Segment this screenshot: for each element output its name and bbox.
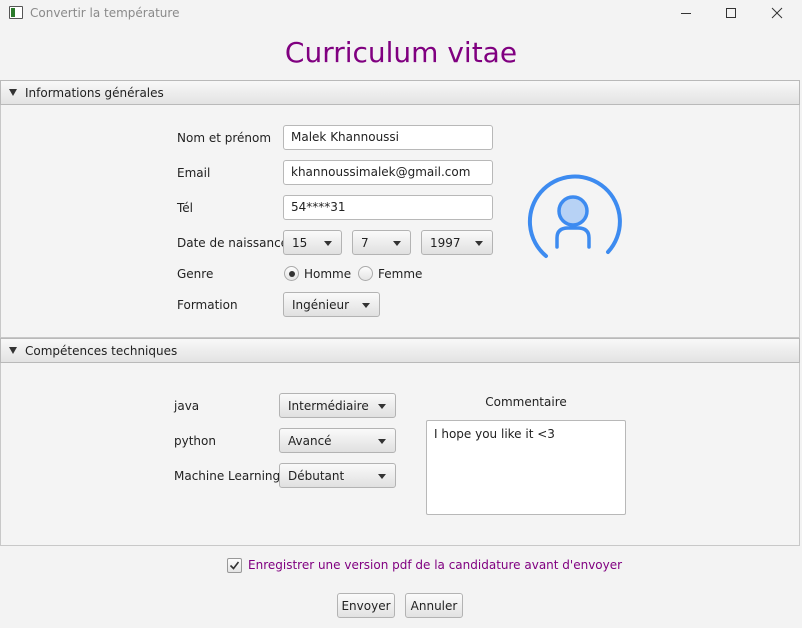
chevron-down-icon (378, 404, 386, 409)
birth-year-select[interactable]: 1997 (421, 230, 493, 255)
pdf-checkbox[interactable] (227, 558, 242, 573)
user-avatar-icon (527, 174, 622, 258)
birth-date-label: Date de naissance (177, 236, 289, 250)
chevron-down-icon (362, 303, 370, 308)
collapse-arrow-icon (9, 89, 17, 96)
skill-ml-select[interactable]: Débutant (279, 463, 396, 488)
name-field[interactable]: Malek Khannoussi (283, 125, 493, 150)
skills-pane-body (0, 363, 800, 546)
tel-field[interactable]: 54****31 (283, 195, 493, 220)
birth-month-select[interactable]: 7 (352, 230, 411, 255)
app-window-icon (9, 6, 23, 19)
email-field[interactable]: khannoussimalek@gmail.com (283, 160, 493, 185)
skill-java-level: Intermédiaire (288, 399, 369, 413)
tel-label: Tél (177, 201, 194, 215)
gender-female-label[interactable]: Femme (378, 267, 422, 281)
birth-day-select[interactable]: 15 (283, 230, 342, 255)
skill-java-select[interactable]: Intermédiaire (279, 393, 396, 418)
gender-male-label[interactable]: Homme (304, 267, 351, 281)
minimize-button[interactable] (663, 0, 709, 26)
pdf-checkbox-label[interactable]: Enregistrer une version pdf de la candid… (248, 558, 622, 572)
comment-textarea[interactable]: I hope you like it <3 (426, 420, 626, 515)
comment-label: Commentaire (485, 395, 567, 409)
checkmark-icon (229, 561, 240, 570)
skills-pane-header[interactable]: Compétences techniques (0, 338, 800, 363)
chevron-down-icon (378, 474, 386, 479)
formation-label: Formation (177, 298, 238, 312)
formation-select[interactable]: Ingénieur (283, 292, 380, 317)
gender-male-radio[interactable] (284, 266, 299, 281)
maximize-button[interactable] (708, 0, 754, 26)
cancel-button[interactable]: Annuler (405, 593, 463, 618)
skill-python-level: Avancé (288, 434, 332, 448)
skill-ml-label: Machine Learning (174, 469, 281, 483)
close-icon (771, 7, 783, 19)
skill-python-select[interactable]: Avancé (279, 428, 396, 453)
birth-month-value: 7 (361, 236, 369, 250)
chevron-down-icon (378, 439, 386, 444)
page-title: Curriculum vitae (284, 36, 518, 69)
email-label: Email (177, 166, 211, 180)
maximize-icon (726, 8, 736, 18)
formation-value: Ingénieur (292, 298, 350, 312)
gender-label: Genre (177, 267, 214, 281)
birth-day-value: 15 (292, 236, 308, 250)
general-info-pane-header[interactable]: Informations générales (0, 80, 800, 105)
send-button[interactable]: Envoyer (337, 593, 395, 618)
name-label: Nom et prénom (177, 131, 272, 145)
gender-female-radio[interactable] (358, 266, 373, 281)
skill-python-label: python (174, 434, 216, 448)
skill-java-label: java (174, 399, 200, 413)
window-title: Convertir la température (30, 6, 180, 20)
close-button[interactable] (754, 0, 800, 26)
collapse-arrow-icon (9, 347, 17, 354)
chevron-down-icon (475, 241, 483, 246)
skill-ml-level: Débutant (288, 469, 345, 483)
birth-year-value: 1997 (430, 236, 461, 250)
general-info-pane-title: Informations générales (25, 86, 164, 100)
minimize-icon (681, 13, 691, 14)
chevron-down-icon (393, 241, 401, 246)
chevron-down-icon (324, 241, 332, 246)
skills-pane-title: Compétences techniques (25, 344, 178, 358)
